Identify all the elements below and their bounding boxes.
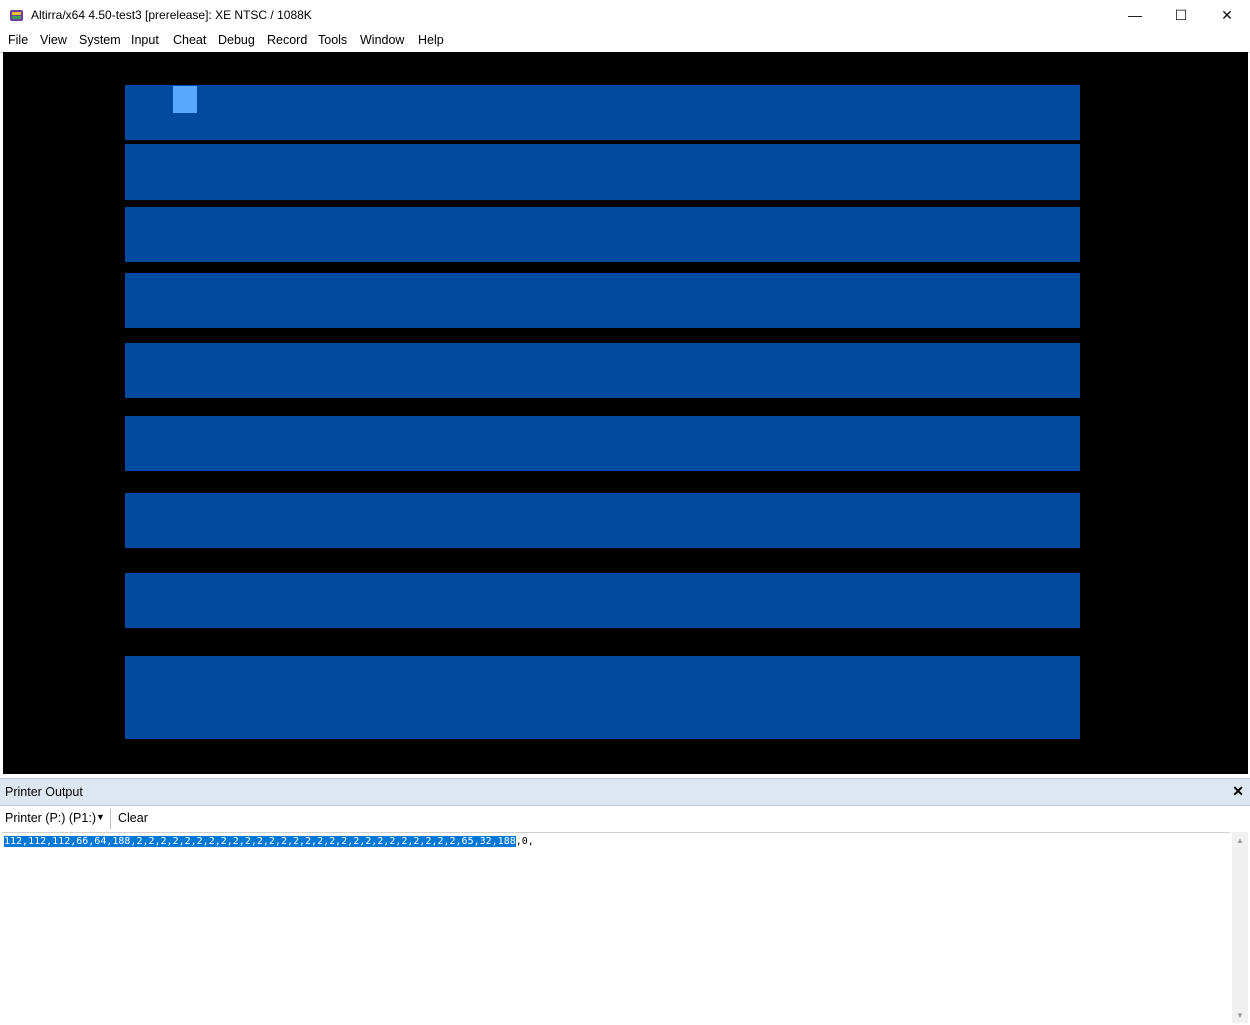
vertical-scrollbar[interactable]: ▲ ▼ [1232, 832, 1248, 1023]
menu-system[interactable]: System [79, 33, 121, 47]
clear-button[interactable]: Clear [118, 811, 148, 825]
menu-view[interactable]: View [40, 33, 67, 47]
display-stripe [125, 573, 1080, 628]
emulator-display[interactable] [3, 52, 1248, 774]
menu-cheat[interactable]: Cheat [173, 33, 206, 47]
altirra-app-icon [10, 10, 23, 21]
printer-toolbar: Printer (P:) (P1:) ▼ Clear [0, 806, 1250, 832]
printer-select[interactable]: Printer (P:) (P1:) [5, 811, 96, 825]
menu-help[interactable]: Help [418, 33, 444, 47]
scroll-down-icon[interactable]: ▼ [1232, 1007, 1248, 1023]
text-cursor [173, 86, 197, 113]
minimize-button[interactable]: — [1112, 0, 1158, 30]
menu-record[interactable]: Record [267, 33, 307, 47]
close-button[interactable]: ✕ [1204, 0, 1250, 30]
menu-file[interactable]: File [8, 33, 28, 47]
chevron-down-icon[interactable]: ▼ [96, 812, 105, 822]
unselected-text: ,0, [515, 836, 534, 847]
display-stripe [125, 493, 1080, 548]
display-stripe [125, 416, 1080, 471]
menu-bar: File View System Input Cheat Debug Recor… [0, 30, 1250, 53]
output-line: 112,112,112,66,64,188,2,2,2,2,2,2,2,2,2,… [4, 836, 534, 847]
printer-output-text[interactable]: 112,112,112,66,64,188,2,2,2,2,2,2,2,2,2,… [2, 832, 1230, 1024]
menu-input[interactable]: Input [131, 33, 159, 47]
scroll-up-icon[interactable]: ▲ [1232, 832, 1248, 848]
display-stripe [125, 656, 1080, 739]
printer-output-pane: Printer Output ✕ Printer (P:) (P1:) ▼ Cl… [0, 778, 1250, 1025]
display-stripe [125, 343, 1080, 398]
pane-close-icon[interactable]: ✕ [1232, 783, 1244, 800]
maximize-button[interactable]: ☐ [1158, 0, 1204, 30]
toolbar-separator [110, 809, 111, 829]
pane-header: Printer Output ✕ [0, 778, 1250, 806]
display-stripe [125, 273, 1080, 328]
menu-tools[interactable]: Tools [318, 33, 347, 47]
display-stripe [125, 207, 1080, 262]
menu-debug[interactable]: Debug [218, 33, 255, 47]
display-stripe [125, 144, 1080, 200]
selected-text: 112,112,112,66,64,188,2,2,2,2,2,2,2,2,2,… [4, 836, 516, 847]
window-title: Altirra/x64 4.50-test3 [prerelease]: XE … [31, 8, 312, 22]
menu-window[interactable]: Window [360, 33, 404, 47]
title-bar: Altirra/x64 4.50-test3 [prerelease]: XE … [0, 0, 1250, 30]
pane-title: Printer Output [5, 785, 83, 799]
display-stripe [125, 85, 1080, 140]
